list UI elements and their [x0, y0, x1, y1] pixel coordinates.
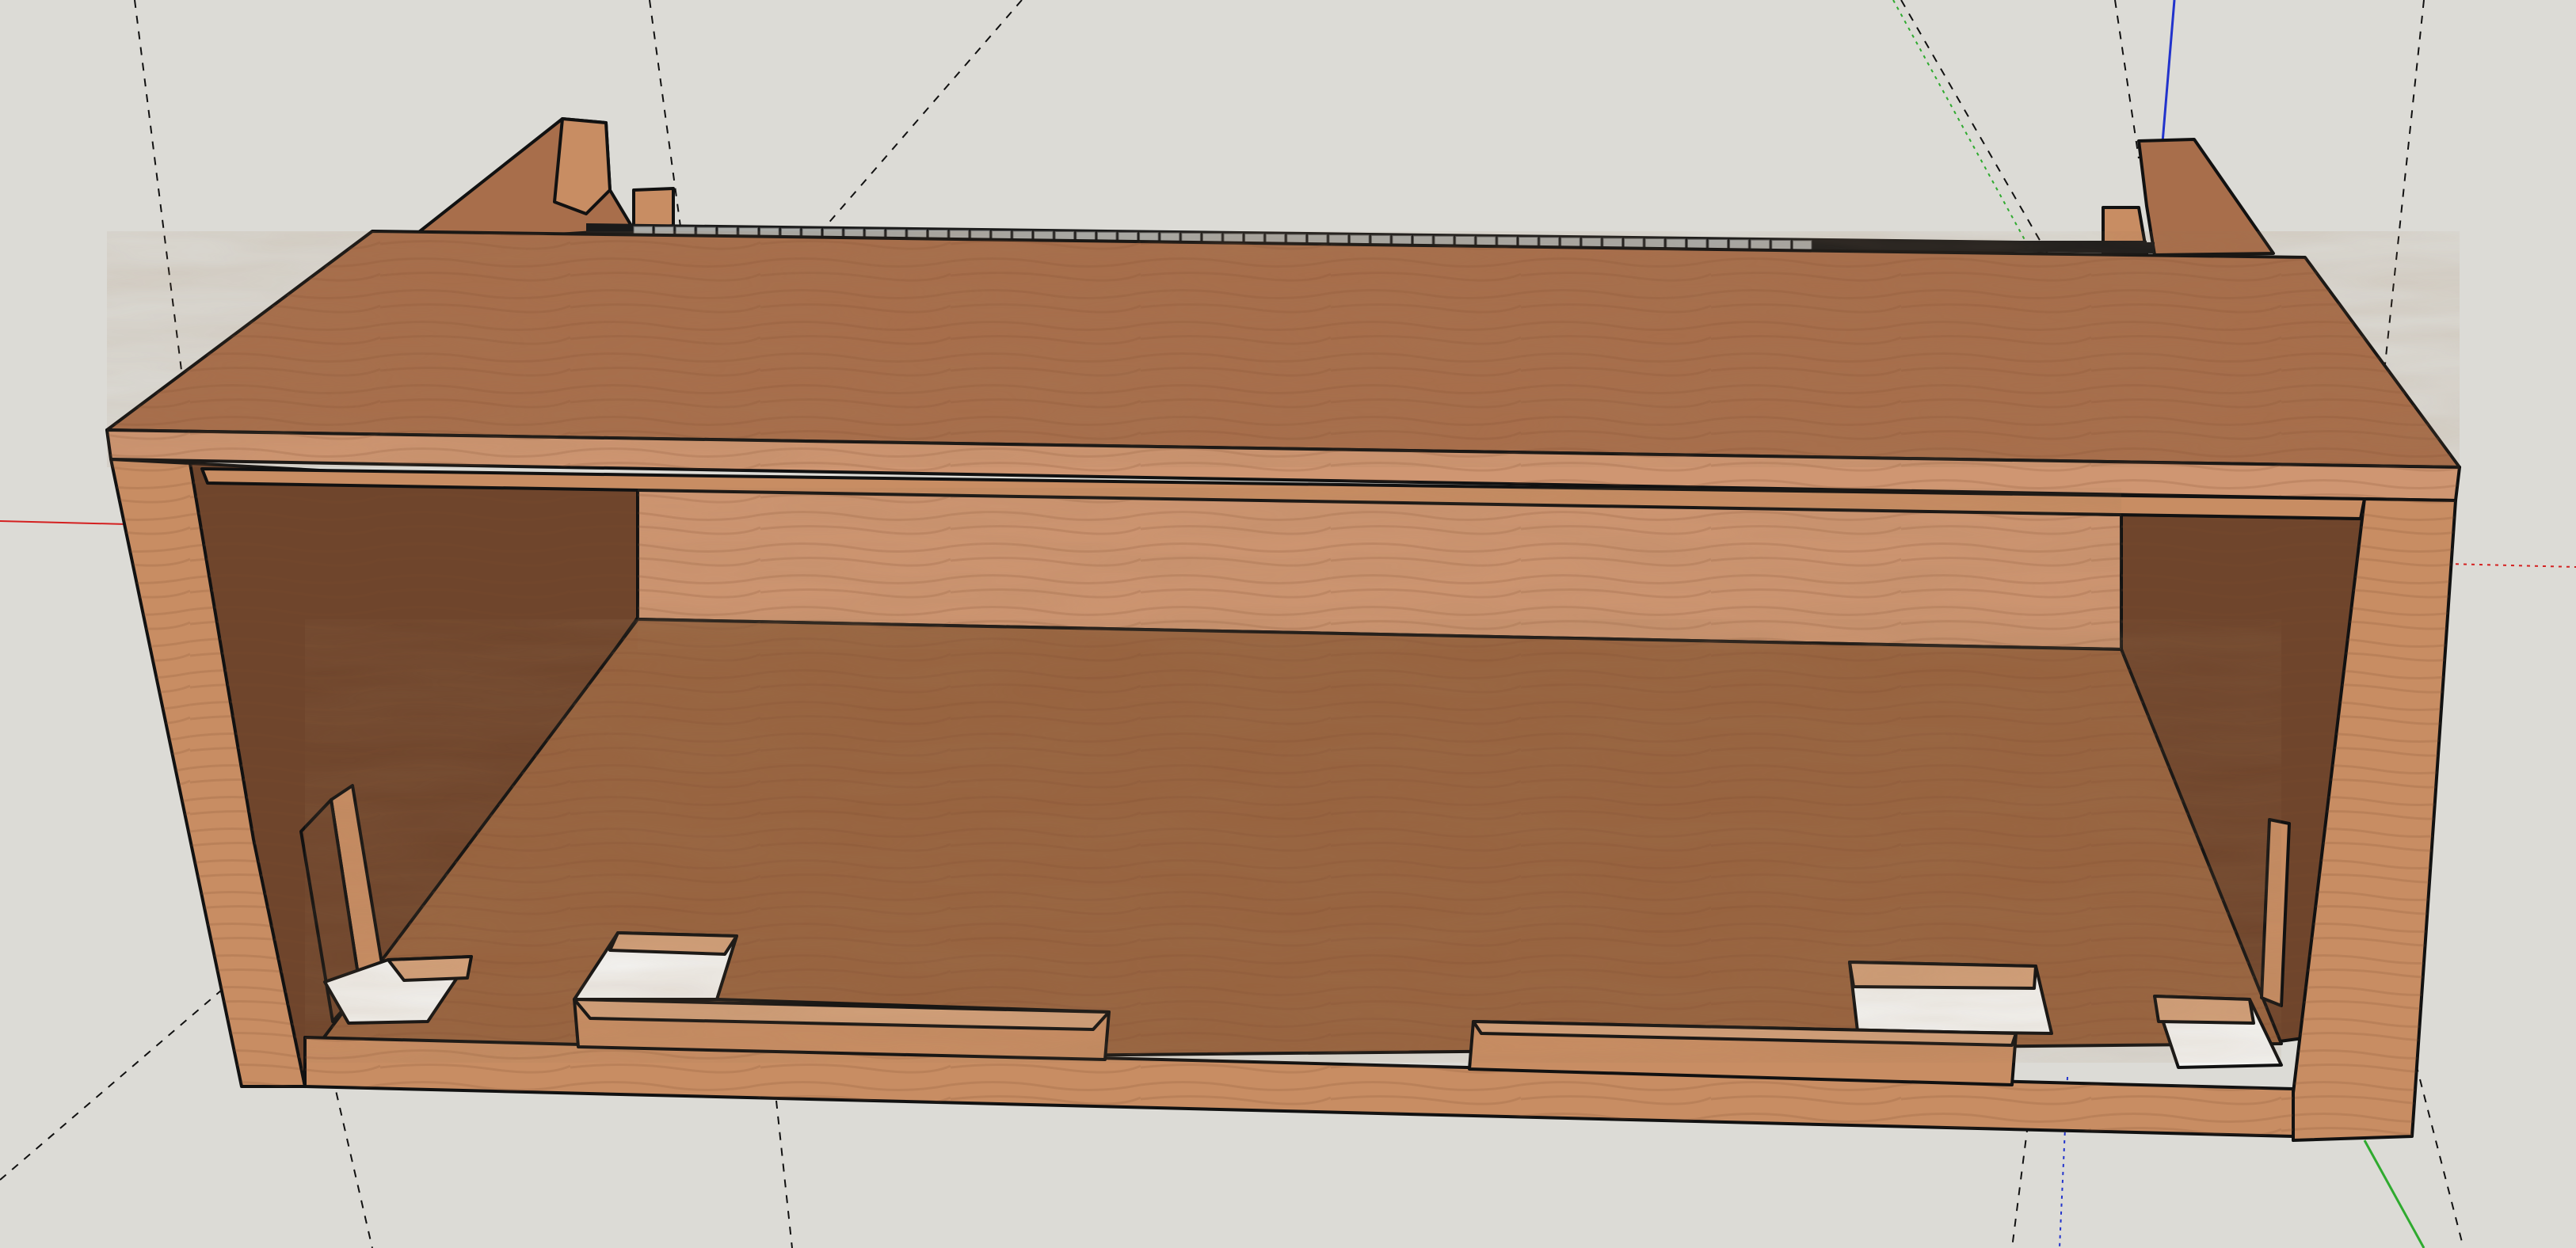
- sketchup-3d-viewport[interactable]: [0, 0, 2576, 1248]
- model-scene[interactable]: [0, 0, 2576, 1248]
